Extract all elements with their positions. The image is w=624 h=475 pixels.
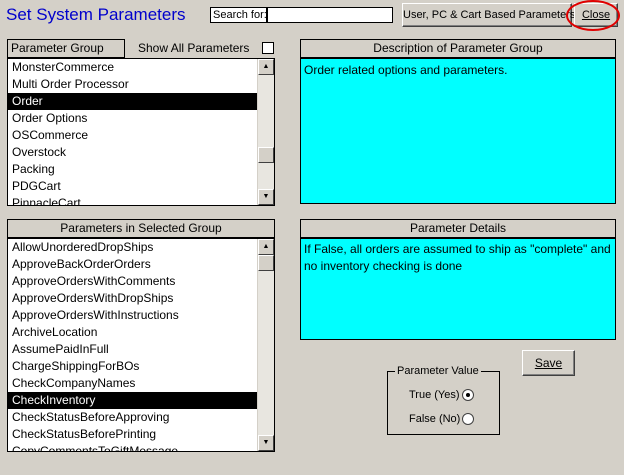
parameter-value-legend: Parameter Value bbox=[395, 364, 481, 378]
list-item[interactable]: Multi Order Processor bbox=[8, 76, 274, 93]
list-item[interactable]: PDGCart bbox=[8, 178, 274, 195]
scroll-down-icon[interactable]: ▼ bbox=[258, 189, 274, 205]
true-option-label: True (Yes) bbox=[409, 389, 460, 401]
list-item[interactable]: Order bbox=[8, 93, 274, 110]
list-item[interactable]: CheckCompanyNames bbox=[8, 375, 274, 392]
list-item[interactable]: ApproveOrdersWithComments bbox=[8, 273, 274, 290]
list-item[interactable]: ChargeShippingForBOs bbox=[8, 358, 274, 375]
list-item[interactable]: ArchiveLocation bbox=[8, 324, 274, 341]
radio-selected-dot-icon bbox=[466, 393, 470, 397]
list-item[interactable]: ApproveOrdersWithDropShips bbox=[8, 290, 274, 307]
scroll-thumb[interactable] bbox=[258, 147, 274, 163]
parameter-group-header: Parameter Group bbox=[7, 39, 125, 58]
group-description-header: Description of Parameter Group bbox=[300, 39, 616, 58]
list-item[interactable]: Order Options bbox=[8, 110, 274, 127]
scroll-up-icon[interactable]: ▲ bbox=[258, 239, 274, 255]
list-item[interactable]: MonsterCommerce bbox=[8, 59, 274, 76]
parameter-group-scrollbar[interactable]: ▲ ▼ bbox=[257, 59, 274, 205]
true-radio[interactable] bbox=[462, 389, 474, 401]
list-item[interactable]: CheckInventory bbox=[8, 392, 274, 409]
search-input[interactable] bbox=[267, 7, 393, 23]
list-item[interactable]: PinnacleCart bbox=[8, 195, 274, 205]
list-item[interactable]: ApproveBackOrderOrders bbox=[8, 256, 274, 273]
list-item[interactable]: CopyCommentsToGiftMessage bbox=[8, 443, 274, 451]
user-pc-cart-parameters-button[interactable]: User, PC & Cart Based Parameters bbox=[402, 3, 575, 27]
parameters-list[interactable]: AllowUnorderedDropShips ApproveBackOrderO… bbox=[7, 238, 275, 452]
window-title: Set System Parameters bbox=[6, 5, 186, 24]
save-button-label: Save bbox=[534, 356, 563, 370]
list-item[interactable]: AllowUnorderedDropShips bbox=[8, 239, 274, 256]
list-item[interactable]: CheckStatusBeforePrinting bbox=[8, 426, 274, 443]
list-item[interactable]: ApproveOrdersWithInstructions bbox=[8, 307, 274, 324]
parameters-scrollbar[interactable]: ▲ ▼ bbox=[257, 239, 274, 451]
list-item[interactable]: Packing bbox=[8, 161, 274, 178]
parameter-details-text: If False, all orders are assumed to ship… bbox=[300, 238, 616, 340]
scroll-down-icon[interactable]: ▼ bbox=[258, 435, 274, 451]
list-item[interactable]: AssumePaidInFull bbox=[8, 341, 274, 358]
parameter-details-header: Parameter Details bbox=[300, 219, 616, 238]
list-item[interactable]: Overstock bbox=[8, 144, 274, 161]
parameters-header: Parameters in Selected Group bbox=[7, 219, 275, 238]
list-item[interactable]: CheckStatusBeforeApproving bbox=[8, 409, 274, 426]
show-all-parameters-checkbox[interactable] bbox=[262, 42, 274, 54]
group-description-text: Order related options and parameters. bbox=[300, 58, 616, 204]
highlight-oval bbox=[566, 0, 620, 31]
save-button[interactable]: Save bbox=[522, 350, 575, 376]
search-label: Search for: bbox=[210, 7, 267, 23]
scroll-up-icon[interactable]: ▲ bbox=[258, 59, 274, 75]
list-item[interactable]: OSCommerce bbox=[8, 127, 274, 144]
parameter-group-list[interactable]: MonsterCommerce Multi Order Processor Orde… bbox=[7, 58, 275, 206]
scroll-thumb[interactable] bbox=[258, 255, 274, 271]
false-radio[interactable] bbox=[462, 413, 474, 425]
show-all-parameters-label: Show All Parameters bbox=[138, 41, 250, 55]
false-option-label: False (No) bbox=[409, 413, 461, 425]
